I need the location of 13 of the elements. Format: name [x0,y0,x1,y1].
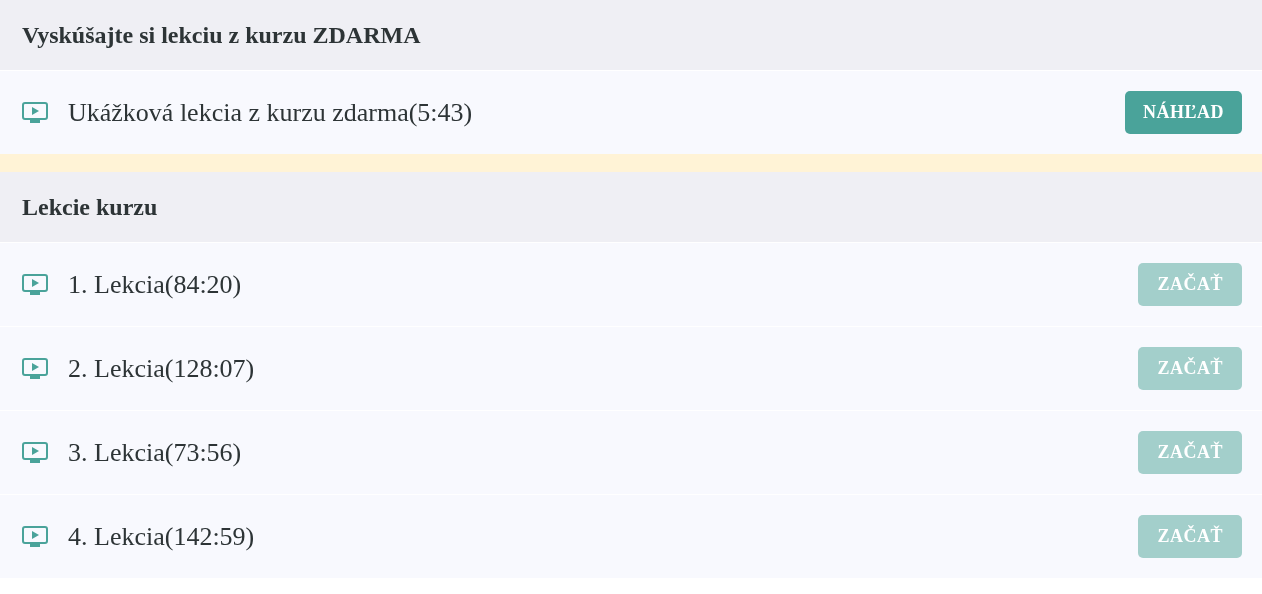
lesson-title: 3. Lekcia(73:56) [68,437,243,468]
lesson-title: 2. Lekcia(128:07) [68,353,256,384]
lesson-title: Ukážková lekcia z kurzu zdarma(5:43) [68,97,474,128]
section-title: Lekcie kurzu [22,193,158,221]
video-play-icon [22,357,48,380]
preview-button[interactable]: NÁHĽAD [1125,91,1242,134]
lesson-title: 1. Lekcia(84:20) [68,269,243,300]
video-play-icon [22,273,48,296]
lesson-title: 4. Lekcia(142:59) [68,521,256,552]
video-play-icon [22,101,48,124]
section-title: Vyskúšajte si lekciu z kurzu ZDARMA [22,21,421,49]
video-play-icon [22,525,48,548]
video-play-icon [22,441,48,464]
